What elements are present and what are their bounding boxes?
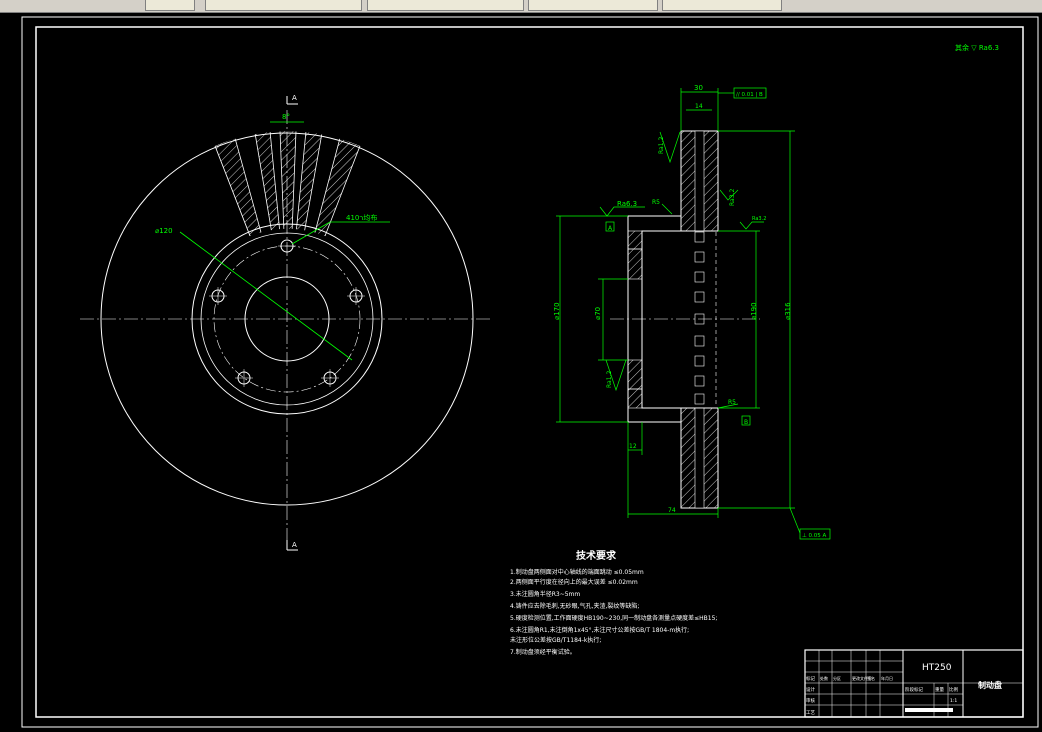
title-block: HT250 制动盘 标记 设计 审核 工艺 处数 分区 更改文件号 签名 年月日… — [804, 649, 1024, 718]
tb-row-3: 审核 — [806, 697, 815, 704]
section-marker-bottom: A — [292, 541, 297, 549]
dim-dia-170: ⌀170 — [553, 302, 561, 320]
dim-top-30: 30 — [694, 84, 703, 92]
roughness-right: Ra3.2 — [729, 189, 736, 206]
tb-scale: 比例 — [949, 686, 958, 693]
material: HT250 — [922, 663, 952, 673]
cad-drawing-canvas[interactable]: ⌀120 4ר10均布 8° A A 30 14 // 0.01 | B Ra1… — [0, 12, 1042, 732]
note-4: 4.铸件应去除毛刺,无砂眼,气孔,夹渣,裂纹等缺陷; — [510, 602, 639, 610]
roughness-small: Ra3.2 — [752, 216, 766, 222]
datum-b: B — [744, 419, 748, 426]
tb-scale-value: 1:1 — [950, 698, 957, 704]
roughness-flange: Ra6.3 — [617, 200, 637, 208]
note-6: 6.未注圆角R1,未注倒角1x45°,未注尺寸公差按GB/T 1804-m执行; — [510, 626, 689, 634]
note-3: 3.未注圆角半径R3~5mm — [510, 590, 580, 598]
dim-dia-190: ⌀190 — [750, 302, 758, 320]
roughness-inner: Ra1.2 — [606, 371, 613, 388]
dim-dia-316: ⌀316 — [784, 302, 792, 320]
svg-text:其余 ▽ Ra6.3: 其余 ▽ Ra6.3 — [955, 43, 999, 52]
part-name: 制动盘 — [978, 680, 1002, 690]
tb-row-4: 工艺 — [806, 710, 815, 716]
document-tab-2[interactable] — [367, 0, 524, 11]
note-7: 7.制动盘须经平衡试验。 — [510, 648, 576, 656]
tb-col-4: 签名 — [867, 675, 875, 681]
dim-bottom-12: 12 — [629, 443, 637, 450]
flatness-tolerance: // 0.01 | B — [736, 92, 763, 98]
perpendicularity-tolerance: ⊥ 0.05 A — [802, 533, 827, 539]
angle-dimension: 8° — [282, 113, 290, 121]
chamfer-bottom: R5 — [728, 399, 736, 406]
tb-col-2: 分区 — [833, 675, 841, 681]
dim-top-inner: 14 — [695, 103, 703, 110]
drawing-frame — [35, 26, 1024, 718]
tb-col-1: 处数 — [820, 675, 828, 681]
dim-dia-70: ⌀70 — [594, 307, 602, 320]
roughness-left: Ra1.2 — [658, 137, 665, 154]
notes-title: 技术要求 — [576, 549, 617, 562]
document-tab-3[interactable] — [528, 0, 658, 11]
tb-row-1: 标记 — [806, 675, 815, 682]
front-view: ⌀120 4ר10均布 8° A A — [80, 94, 490, 551]
section-view: 30 14 // 0.01 | B Ra1.2 Ra3.2 Ra6.3 Ra3.… — [553, 84, 831, 540]
document-tab-1[interactable] — [205, 0, 362, 11]
note-2: 2.两侧面平行度在径向上的最大误差 ≤0.02mm — [510, 578, 638, 586]
document-tab-4[interactable] — [662, 0, 782, 11]
tb-row-2: 设计 — [806, 686, 815, 693]
technical-requirements: 技术要求 1.制动盘两侧面对中心轴线的端面跳动 ≤0.05mm 2.两侧面平行度… — [510, 549, 717, 656]
section-marker-top: A — [292, 94, 297, 102]
hole-callout: 4ר10均布 — [346, 213, 377, 222]
general-roughness-note: 其余 ▽ Ra6.3 — [955, 43, 999, 52]
toolbar-icons[interactable] — [145, 0, 195, 11]
tb-col-5: 年月日 — [881, 675, 893, 681]
note-5: 5.硬度检测位置,工作面硬度HB190~230,同一制动盘各测量点硬度差≤HB1… — [510, 614, 717, 622]
note-1: 1.制动盘两侧面对中心轴线的端面跳动 ≤0.05mm — [510, 568, 644, 576]
tb-stage: 阶段标记 — [905, 686, 923, 693]
note-6b: 未注形位公差按GB/T1184-k执行; — [510, 636, 601, 644]
tb-weight: 重量 — [935, 686, 944, 693]
chamfer-top: R5 — [652, 199, 660, 206]
dim-bottom-74: 74 — [668, 507, 676, 514]
pcd-dimension: ⌀120 — [155, 227, 173, 235]
